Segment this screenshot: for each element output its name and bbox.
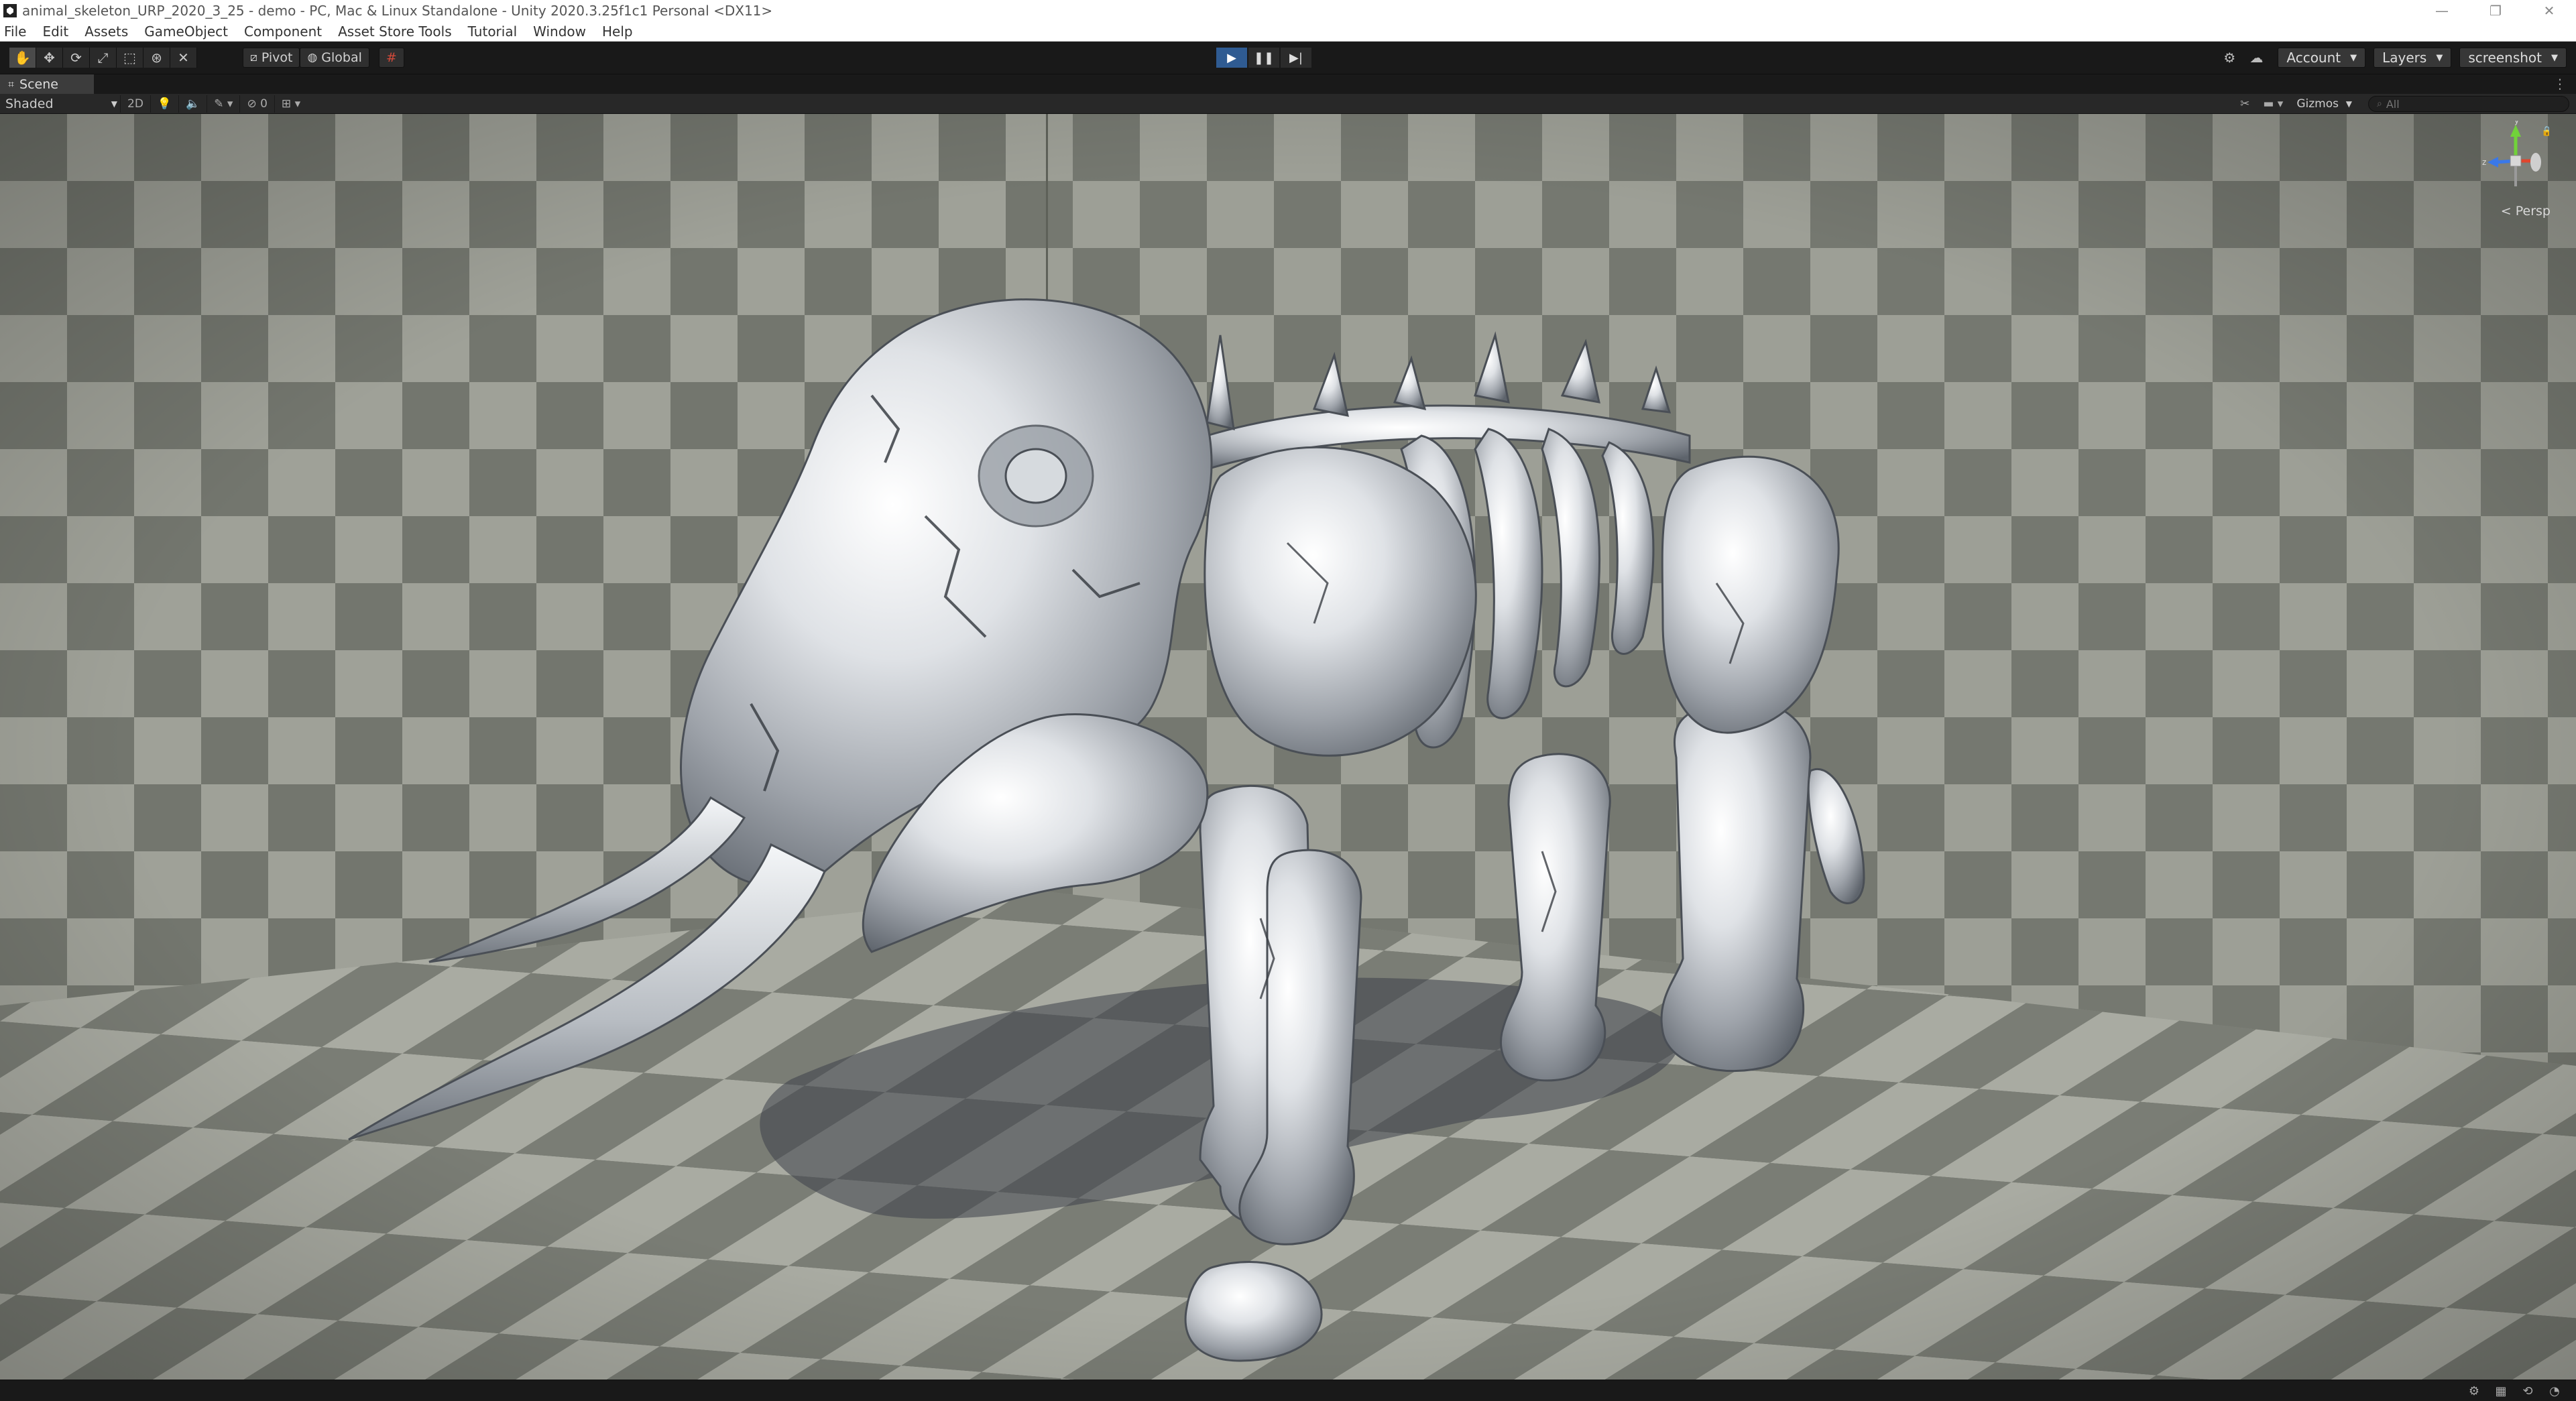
mode-2d-toggle[interactable]: 2D [120, 95, 150, 113]
menu-asset-store-tools[interactable]: Asset Store Tools [338, 23, 452, 40]
layout-dropdown[interactable]: screenshot ▼ [2459, 48, 2567, 68]
bug-icon[interactable]: ⚙ [2461, 1384, 2487, 1398]
scale-tool-icon[interactable]: ⤢ [90, 48, 117, 68]
scene-toolbar-right: ✂ ▬ ▾ Gizmos ▼ ⌕ [2233, 95, 2569, 113]
pivot-toggle[interactable]: ⧄ Pivot [243, 48, 300, 68]
menu-tutorial[interactable]: Tutorial [468, 23, 518, 40]
hand-tool-icon[interactable]: ✋ [9, 48, 36, 68]
chevron-down-icon: ▼ [111, 99, 117, 109]
chevron-down-icon: ▼ [2345, 99, 2352, 109]
search-icon: ⌕ [2377, 99, 2382, 109]
mode-2d-label: 2D [127, 97, 143, 111]
grid-snap-icon: # [386, 50, 397, 65]
scene-viewport[interactable]: y z 🔒 < Persp [0, 114, 2576, 1380]
account-label: Account [2286, 50, 2341, 66]
pause-button[interactable]: ❚❚ [1248, 48, 1279, 68]
pivot-label: Pivot [261, 50, 293, 65]
account-dropdown[interactable]: Account ▼ [2278, 48, 2366, 68]
layers-dropdown[interactable]: Layers ▼ [2374, 48, 2452, 68]
handle-toggles: ⧄ Pivot ◍ Global # [243, 48, 404, 68]
audio-toggle-icon[interactable]: 🔈 [178, 95, 207, 113]
gizmo-x-cone [2530, 153, 2541, 172]
shading-mode-label: Shaded [5, 96, 54, 111]
step-button[interactable]: ▶| [1281, 48, 1311, 68]
kebab-menu-icon[interactable]: ⋮ [2553, 76, 2567, 92]
rotate-tool-icon[interactable]: ⟳ [63, 48, 90, 68]
tab-scene-label: Scene [19, 77, 58, 92]
hidden-objects-toggle[interactable]: ⊘ 0 [239, 95, 274, 113]
menu-edit[interactable]: Edit [42, 23, 68, 40]
window-title-bar: animal_skeleton_URP_2020_3_25 - demo - P… [0, 0, 2576, 21]
transform-tools: ✋ ✥ ⟳ ⤢ ⬚ ⊛ ✕ [9, 48, 197, 68]
shading-mode-dropdown[interactable]: Shaded ▼ [3, 95, 120, 113]
lighting-toggle-icon[interactable]: 💡 [150, 95, 178, 113]
chevron-down-icon: ▼ [2350, 52, 2357, 63]
scene-tab-strip: ⌗ Scene ⋮ [0, 74, 2576, 95]
main-toolbar: ✋ ✥ ⟳ ⤢ ⬚ ⊛ ✕ ⧄ Pivot ◍ Global # ▶ ❚❚ ▶|… [0, 42, 2576, 74]
search-input[interactable] [2386, 97, 2547, 111]
gizmo-y-cone [2510, 125, 2521, 137]
status-icons: ⚙ ▦ ⟲ ◔ [2461, 1384, 2568, 1398]
window-controls: — ❐ ✕ [2415, 0, 2576, 21]
move-tool-icon[interactable]: ✥ [36, 48, 63, 68]
sync-icon[interactable]: ⟲ [2514, 1384, 2541, 1398]
menu-gameobject[interactable]: GameObject [144, 23, 228, 40]
gizmo-lock-icon[interactable]: 🔒 [2541, 126, 2549, 137]
gizmos-label: Gizmos [2296, 97, 2339, 111]
window-title: animal_skeleton_URP_2020_3_25 - demo - P… [22, 3, 773, 19]
scene-search[interactable]: ⌕ [2368, 96, 2569, 112]
transform-tool-icon[interactable]: ⊛ [143, 48, 170, 68]
custom-tool-icon[interactable]: ✕ [170, 48, 197, 68]
scene-view-toolbar: Shaded ▼ 2D 💡 🔈 ✎ ▾ ⊘ 0 ⊞ ▾ ✂ ▬ ▾ Gizmos… [0, 94, 2576, 114]
tools-icon[interactable]: ✂ [2233, 95, 2256, 113]
close-icon[interactable]: ✕ [2522, 0, 2576, 21]
minimize-icon[interactable]: — [2415, 0, 2469, 21]
projection-toggle[interactable]: < Persp [2501, 204, 2551, 219]
status-bar: ⚙ ▦ ⟲ ◔ [0, 1380, 2576, 1401]
menu-component[interactable]: Component [244, 23, 322, 40]
cache-icon[interactable]: ▦ [2487, 1384, 2514, 1398]
menu-window[interactable]: Window [533, 23, 586, 40]
unity-logo-icon [3, 4, 17, 17]
grid-dropdown-icon[interactable]: ⊞ ▾ [274, 95, 307, 113]
cloud-icon[interactable]: ☁ [2243, 48, 2270, 68]
gizmo-center[interactable] [2510, 155, 2522, 167]
menu-file[interactable]: File [4, 23, 26, 40]
menu-help[interactable]: Help [602, 23, 633, 40]
gizmo-y-label: y [2514, 121, 2519, 125]
layers-label: Layers [2382, 50, 2427, 66]
snap-grid-button[interactable]: # [378, 48, 404, 68]
scene-icon: ⌗ [8, 78, 15, 90]
gizmo-z-label: z [2482, 158, 2486, 167]
menu-assets[interactable]: Assets [84, 23, 128, 40]
toolbar-right: ⚙ ☁ Account ▼ Layers ▼ screenshot ▼ [2216, 48, 2567, 68]
restore-icon[interactable]: ❐ [2469, 0, 2522, 21]
globe-icon: ◍ [307, 51, 318, 64]
play-button[interactable]: ▶ [1216, 48, 1247, 68]
menu-bar: File Edit Assets GameObject Component As… [0, 21, 2576, 42]
progress-icon[interactable]: ◔ [2541, 1384, 2568, 1398]
hidden-count: 0 [260, 97, 268, 111]
tab-scene[interactable]: ⌗ Scene [0, 74, 94, 95]
eye-slash-icon: ⊘ [247, 97, 257, 111]
chevron-down-icon: ▼ [2436, 52, 2443, 63]
gizmos-dropdown[interactable]: Gizmos ▼ [2290, 95, 2359, 113]
chevron-down-icon: ▼ [2551, 52, 2558, 63]
global-label: Global [321, 50, 362, 65]
global-toggle[interactable]: ◍ Global [300, 48, 369, 68]
scene-render [0, 114, 2576, 1380]
rect-tool-icon[interactable]: ⬚ [117, 48, 143, 68]
pivot-icon: ⧄ [250, 51, 257, 64]
collab-icon[interactable]: ⚙ [2216, 48, 2243, 68]
play-controls: ▶ ❚❚ ▶| [1216, 48, 1313, 68]
layout-label: screenshot [2468, 50, 2542, 66]
gizmo-z-cone [2487, 157, 2498, 168]
camera-dropdown-icon[interactable]: ▬ ▾ [2256, 95, 2290, 113]
effects-dropdown-icon[interactable]: ✎ ▾ [207, 95, 239, 113]
